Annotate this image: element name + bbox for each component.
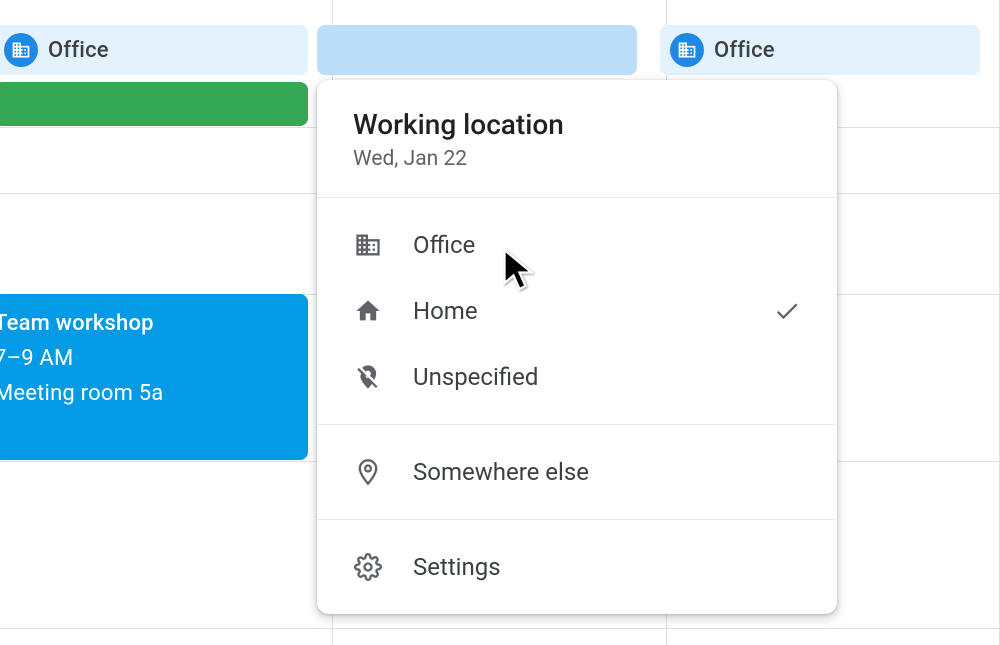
option-office[interactable]: Office <box>317 212 837 278</box>
popover-section-locations: Office Home Unspecified <box>317 198 837 425</box>
location-chip-row: Office Office <box>0 25 1000 75</box>
office-icon <box>670 33 704 67</box>
event-team-workshop[interactable]: Team workshop 7–9 AM Meeting room 5a <box>0 294 308 460</box>
location-chip-label: Office <box>714 38 775 63</box>
office-icon <box>4 33 38 67</box>
popover-date: Wed, Jan 22 <box>353 147 801 171</box>
option-label: Somewhere else <box>413 458 801 486</box>
home-icon <box>353 296 383 326</box>
popover-section-settings: Settings <box>317 520 837 614</box>
option-label: Office <box>413 231 801 259</box>
option-home[interactable]: Home <box>317 278 837 344</box>
working-location-popover: Working location Wed, Jan 22 Office Home <box>317 80 837 614</box>
event-title: Team workshop <box>0 306 308 341</box>
location-off-icon <box>353 362 383 392</box>
popover-section-other: Somewhere else <box>317 425 837 520</box>
office-icon <box>353 230 383 260</box>
check-icon <box>773 297 801 325</box>
location-chip-label: Office <box>48 38 109 63</box>
pin-icon <box>353 457 383 487</box>
popover-header: Working location Wed, Jan 22 <box>317 80 837 198</box>
option-somewhere-else[interactable]: Somewhere else <box>317 439 837 505</box>
location-chip-day3[interactable]: Office <box>660 25 980 75</box>
popover-title: Working location <box>353 108 801 141</box>
location-chip-day1[interactable]: Office <box>0 25 308 75</box>
location-chip-day2-active[interactable] <box>317 25 637 75</box>
event-room: Meeting room 5a <box>0 376 308 411</box>
calendar-grid: Office Office Team workshop 7–9 AM Meeti… <box>0 0 1000 645</box>
option-settings[interactable]: Settings <box>317 534 837 600</box>
option-unspecified[interactable]: Unspecified <box>317 344 837 410</box>
option-label: Settings <box>413 553 801 581</box>
gear-icon <box>353 552 383 582</box>
option-label: Unspecified <box>413 363 801 391</box>
event-time: 7–9 AM <box>0 341 308 376</box>
option-label: Home <box>413 297 801 325</box>
allday-event[interactable] <box>0 82 308 126</box>
